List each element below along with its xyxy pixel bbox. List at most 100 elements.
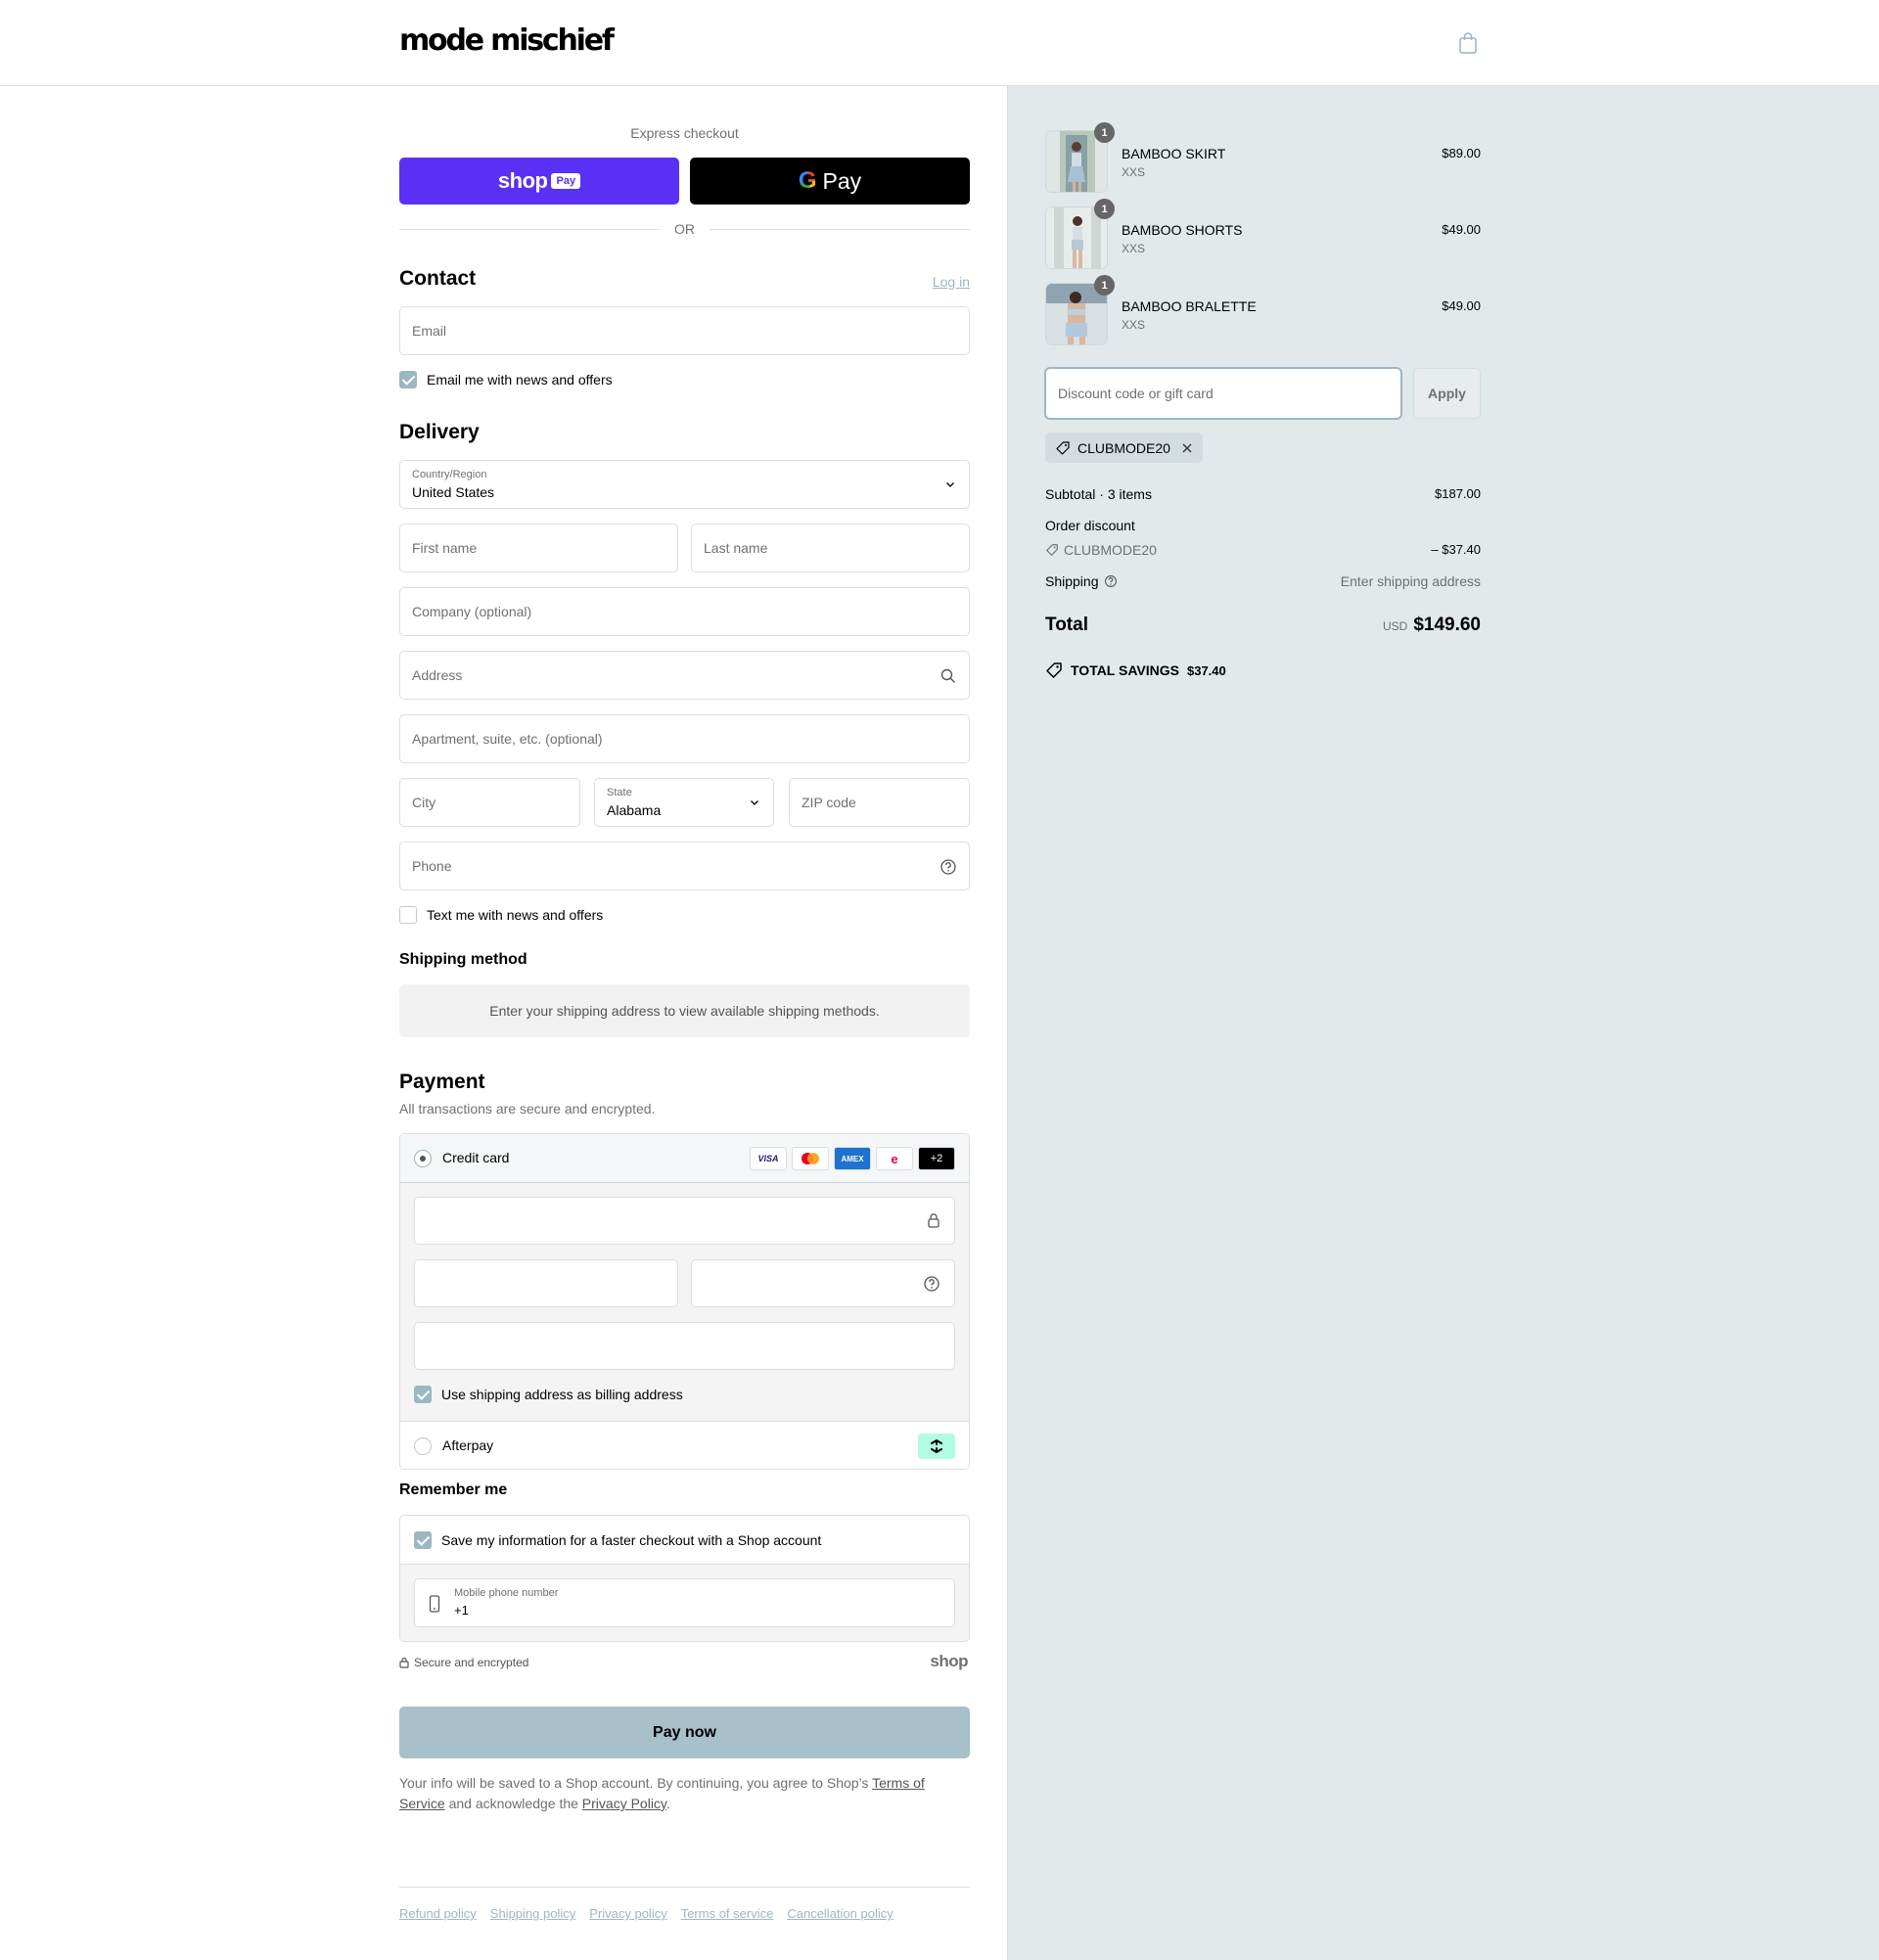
item-name: BAMBOO SHORTS [1122,222,1243,238]
tag-icon [1046,544,1058,556]
newsletter-checkbox[interactable] [399,371,417,388]
state-select[interactable]: State Alabama [594,778,774,827]
applied-discount-chip: CLUBMODE20 [1045,433,1203,463]
quantity-badge: 1 [1094,275,1115,296]
discount-code-row: CLUBMODE20 – $37.40 [1045,542,1481,560]
shipping-label: Shipping [1045,573,1099,589]
save-info-option[interactable]: Save my information for a faster checkou… [414,1530,821,1550]
expiry-field[interactable] [414,1259,678,1307]
help-circle-icon[interactable] [1104,574,1118,588]
total-label: Total [1045,615,1088,635]
afterpay-option[interactable]: Afterpay [400,1421,969,1469]
card-number-field[interactable] [414,1197,955,1245]
google-pay-label: Pay [822,167,862,194]
help-circle-icon[interactable] [940,858,957,876]
credit-card-radio[interactable] [414,1150,432,1167]
save-info-label: Save my information for a faster checkou… [441,1532,822,1548]
country-select[interactable]: Country/Region United States [399,460,970,509]
item-name: BAMBOO SKIRT [1122,146,1226,161]
savings-label: TOTAL SAVINGS [1071,662,1179,678]
cart-item: 1 BAMBOO SKIRT XXS $89.00 [1045,122,1481,193]
refund-policy-link[interactable]: Refund policy [399,1906,477,1921]
brand-logo[interactable]: mode mischief [399,23,615,58]
save-info-checkbox[interactable] [414,1531,432,1549]
afterpay-logo-icon [918,1434,955,1459]
quantity-badge: 1 [1094,199,1115,219]
company-field[interactable]: Company (optional) [399,587,970,636]
billing-same-option[interactable]: Use shipping address as billing address [414,1385,683,1404]
order-discount-row: Order discount [1045,518,1481,533]
email-field[interactable]: Email [399,306,970,355]
shop-pay-word: shop [497,168,548,193]
privacy-policy-footer-link[interactable]: Privacy policy [589,1906,666,1921]
shop-pay-button[interactable]: shop Pay [399,158,679,205]
mobile-phone-field[interactable]: Mobile phone number +1 [414,1578,955,1627]
cancellation-policy-link[interactable]: Cancellation policy [787,1906,893,1921]
security-code-field[interactable] [691,1259,955,1307]
apartment-placeholder: Apartment, suite, etc. (optional) [412,731,603,747]
help-circle-icon[interactable] [923,1275,940,1293]
more-cards-badge: +2 [918,1147,955,1170]
last-name-field[interactable]: Last name [691,524,970,572]
elo-icon: e [876,1147,913,1170]
google-g-icon: G [798,167,817,194]
item-name: BAMBOO BRALETTE [1122,298,1257,314]
name-on-card-field[interactable] [414,1322,955,1370]
total-row: Total USD $149.60 [1045,615,1481,636]
subtotal-label: Subtotal · 3 items [1045,486,1152,502]
shop-logo: shop [930,1652,968,1670]
shipping-label-group: Shipping [1045,573,1118,589]
payment-methods: Credit card VISA AMEX e +2 Use shipping … [399,1133,970,1470]
shipping-method-notice: Enter your shipping address to view avai… [399,984,970,1037]
item-price: $89.00 [1442,146,1481,160]
first-name-field[interactable]: First name [399,524,678,572]
privacy-policy-link[interactable]: Privacy Policy [582,1796,666,1811]
legal-pre: Your info will be saved to a Shop accoun… [399,1775,873,1791]
total-value: $149.60 [1413,615,1481,635]
amex-icon: AMEX [834,1147,871,1170]
or-divider: OR [399,219,970,239]
city-field[interactable]: City [399,778,580,827]
discount-code-placeholder: Discount code or gift card [1058,386,1214,401]
country-value: United States [412,484,495,500]
credit-card-form: Use shipping address as billing address [400,1183,969,1421]
pay-now-button[interactable]: Pay now [399,1707,970,1758]
state-label: State [607,787,632,798]
credit-card-label: Credit card [442,1150,510,1165]
billing-same-checkbox[interactable] [414,1386,432,1403]
sms-option[interactable]: Text me with news and offers [399,905,603,925]
apartment-field[interactable]: Apartment, suite, etc. (optional) [399,714,970,763]
site-header: mode mischief [0,0,1879,86]
shopping-bag-icon[interactable] [1457,31,1479,55]
discount-code-input[interactable]: Discount code or gift card [1045,368,1401,419]
country-label: Country/Region [412,469,487,480]
close-icon[interactable] [1181,442,1193,454]
lock-icon [399,1657,409,1668]
item-variant: XXS [1122,318,1146,332]
tag-icon [1056,440,1070,455]
phone-field[interactable]: Phone [399,842,970,890]
credit-card-option[interactable]: Credit card VISA AMEX e +2 [400,1134,969,1183]
address-field[interactable]: Address [399,651,970,700]
zip-field[interactable]: ZIP code [789,778,970,827]
shipping-policy-link[interactable]: Shipping policy [490,1906,575,1921]
legal-end: . [665,1796,670,1811]
search-icon [940,668,955,683]
item-price: $49.00 [1442,298,1481,313]
delivery-heading: Delivery [399,421,480,443]
lock-icon [928,1213,940,1228]
item-variant: XXS [1122,242,1146,255]
subtotal-value: $187.00 [1435,486,1481,501]
shipping-method-heading: Shipping method [399,951,527,968]
newsletter-option[interactable]: Email me with news and offers [399,370,613,389]
terms-of-service-footer-link[interactable]: Terms of service [681,1906,774,1921]
google-pay-button[interactable]: G Pay [690,158,970,205]
sms-checkbox[interactable] [399,906,417,924]
login-link[interactable]: Log in [933,274,970,290]
apply-discount-button[interactable]: Apply [1413,368,1481,419]
discount-code-text: CLUBMODE20 [1064,542,1157,558]
discount-amount: – $37.40 [1431,542,1481,557]
shipping-value: Enter shipping address [1340,573,1481,589]
afterpay-radio[interactable] [414,1437,432,1455]
or-text: OR [674,221,695,237]
